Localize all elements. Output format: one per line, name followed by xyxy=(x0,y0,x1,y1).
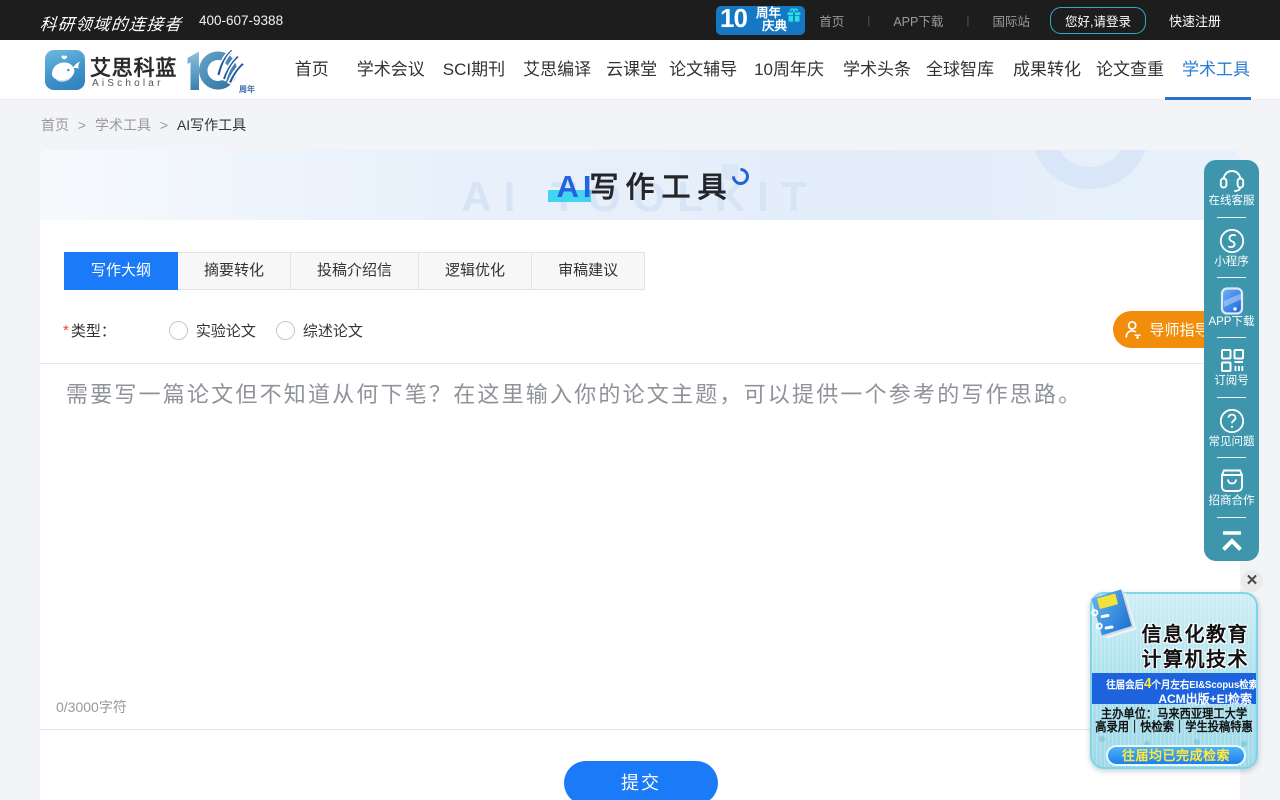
svg-text:周年: 周年 xyxy=(239,84,255,94)
